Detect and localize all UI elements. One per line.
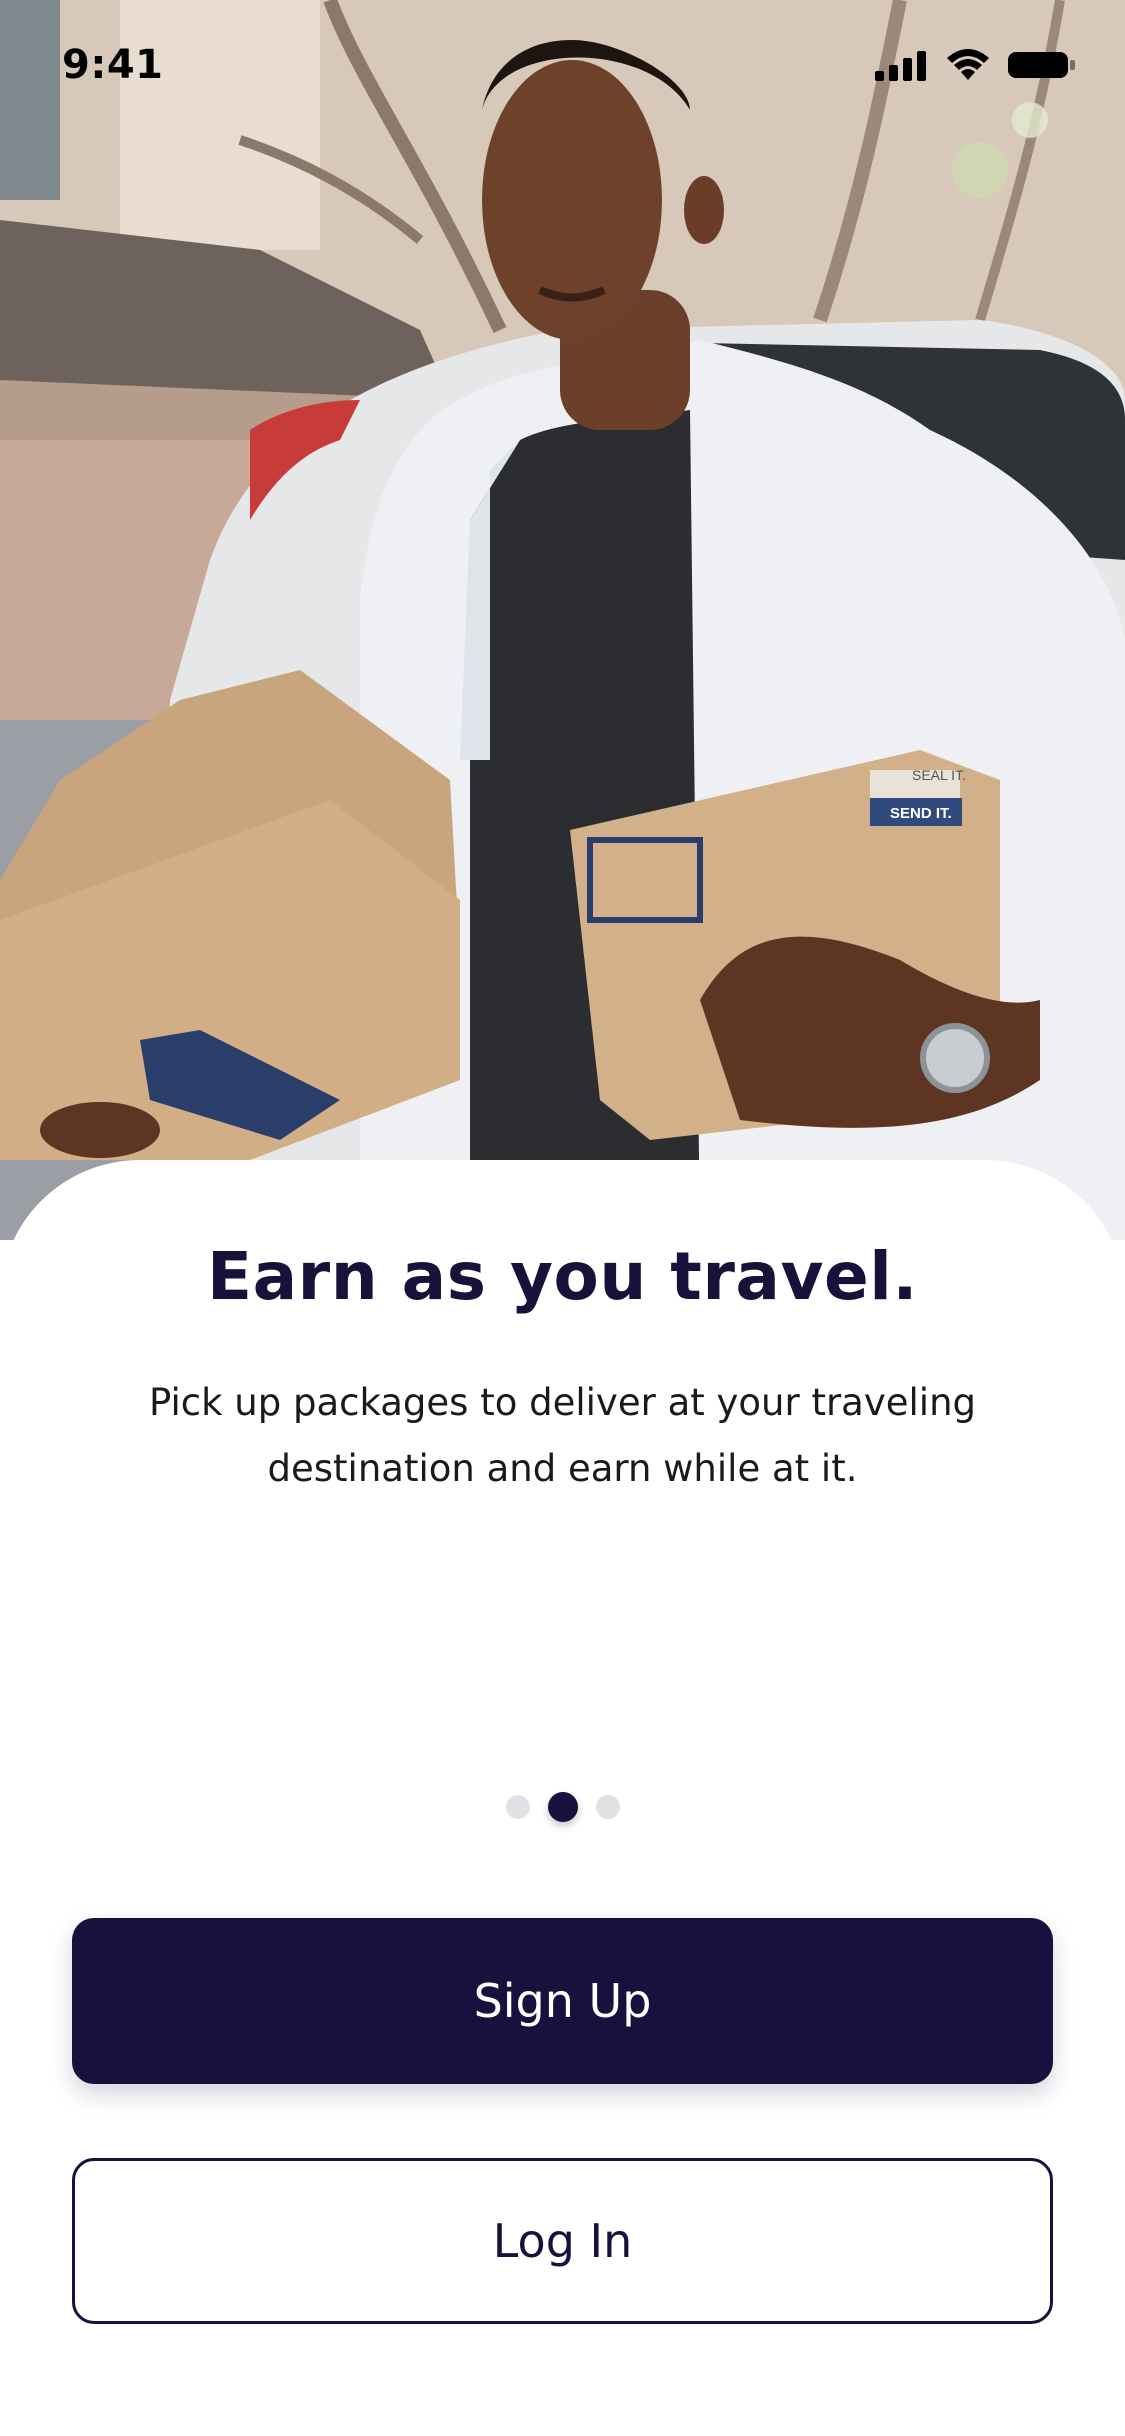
wifi-icon bbox=[947, 49, 989, 80]
page-dot-1[interactable] bbox=[505, 1795, 530, 1819]
log-in-button[interactable]: Log In bbox=[72, 2158, 1053, 2324]
page-indicator bbox=[0, 1790, 1125, 1824]
onboarding-title: Earn as you travel. bbox=[207, 1238, 918, 1315]
status-bar: 9:41 bbox=[0, 0, 1125, 130]
svg-text:SEAL IT.: SEAL IT. bbox=[912, 767, 966, 783]
sign-up-button[interactable]: Sign Up bbox=[72, 1918, 1053, 2084]
page-dot-2-active[interactable] bbox=[547, 1792, 578, 1822]
svg-text:SEND IT.: SEND IT. bbox=[890, 805, 952, 822]
man-with-packages-illustration: SEAL IT. SEND IT. bbox=[0, 0, 1125, 1240]
status-icons bbox=[875, 48, 1077, 82]
hero-photo: SEAL IT. SEND IT. bbox=[0, 0, 1125, 1240]
battery-icon bbox=[1008, 52, 1075, 78]
onboarding-description: Pick up packages to deliver at your trav… bbox=[148, 1381, 977, 1490]
status-time: 9:41 bbox=[62, 42, 164, 88]
page-dot-3[interactable] bbox=[595, 1795, 620, 1819]
cellular-signal-icon bbox=[875, 51, 926, 81]
